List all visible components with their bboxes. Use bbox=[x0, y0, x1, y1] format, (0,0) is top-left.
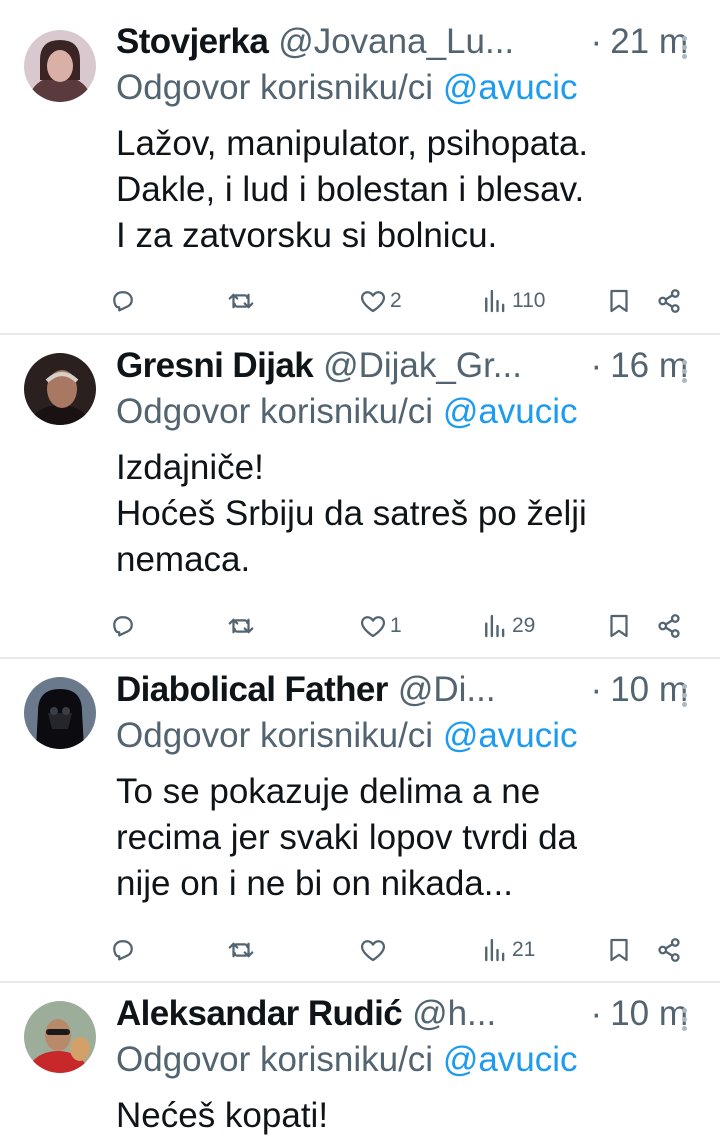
views-count: 110 bbox=[512, 289, 546, 312]
text-line: Lažov, manipulator, psihopata. bbox=[116, 124, 589, 163]
views-button[interactable]: 29 bbox=[480, 606, 535, 646]
display-name[interactable]: Aleksandar Rudić bbox=[116, 992, 403, 1036]
bookmark-button[interactable] bbox=[604, 930, 634, 970]
reply-prefix: Odgovor korisniku/ci bbox=[116, 392, 434, 431]
text-line: nije on i ne bi on nikada... bbox=[116, 864, 513, 903]
like-icon bbox=[360, 616, 386, 638]
mention-link[interactable]: @avucic bbox=[443, 392, 578, 431]
like-button[interactable]: 2 bbox=[358, 281, 402, 321]
reply-icon bbox=[113, 291, 133, 312]
action-bar: 21 bbox=[108, 930, 688, 970]
tweet-text: Lažov, manipulator, psihopata. Dakle, i … bbox=[116, 121, 696, 259]
user-handle[interactable]: @Jovana_Lu... bbox=[278, 20, 582, 64]
reply-context: Odgovor korisniku/ci @avucic bbox=[116, 714, 578, 758]
share-button[interactable] bbox=[654, 930, 684, 970]
reply-icon bbox=[113, 616, 133, 637]
retweet-button[interactable] bbox=[226, 930, 256, 970]
share-button[interactable] bbox=[654, 281, 684, 321]
retweet-icon bbox=[228, 293, 254, 309]
display-name[interactable]: Stovjerka bbox=[116, 20, 269, 64]
reply-context: Odgovor korisniku/ci @avucic bbox=[116, 390, 578, 434]
like-button[interactable] bbox=[358, 930, 390, 970]
share-icon bbox=[658, 289, 680, 313]
timestamp[interactable]: 10 m bbox=[610, 992, 688, 1036]
tweet-text: Nećeš kopati! bbox=[116, 1093, 696, 1137]
text-line: Nećeš kopati! bbox=[116, 1096, 329, 1135]
text-line: Dakle, i lud i bolestan i blesav. bbox=[116, 170, 585, 209]
views-icon bbox=[485, 614, 505, 638]
tweet-2[interactable]: Gresni Dijak @Dijak_Gr... · 16 m Odgovor… bbox=[0, 335, 720, 658]
retweet-icon bbox=[228, 618, 254, 634]
avatar[interactable] bbox=[24, 30, 96, 102]
views-icon bbox=[485, 289, 505, 313]
more-icon[interactable] bbox=[682, 356, 690, 387]
user-handle[interactable]: @Dijak_Gr... bbox=[323, 344, 582, 388]
views-icon bbox=[485, 938, 505, 962]
like-count: 2 bbox=[390, 289, 402, 312]
tweet-1[interactable]: Stovjerka @Jovana_Lu... · 21 m Odgovor k… bbox=[0, 0, 720, 334]
avatar[interactable] bbox=[24, 353, 96, 425]
share-icon bbox=[658, 614, 680, 638]
retweet-icon bbox=[228, 942, 254, 958]
like-count: 1 bbox=[390, 614, 402, 637]
mention-link[interactable]: @avucic bbox=[443, 68, 578, 107]
reply-button[interactable] bbox=[108, 281, 138, 321]
action-bar: 1 29 bbox=[108, 606, 688, 646]
user-handle[interactable]: @h... bbox=[412, 992, 582, 1036]
reply-prefix: Odgovor korisniku/ci bbox=[116, 68, 434, 107]
bookmark-button[interactable] bbox=[604, 606, 634, 646]
views-button[interactable]: 21 bbox=[480, 930, 535, 970]
display-name[interactable]: Diabolical Father bbox=[116, 668, 388, 712]
reply-context: Odgovor korisniku/ci @avucic bbox=[116, 66, 578, 110]
tweet-text: Izdajniče! Hoćeš Srbiju da satreš po žel… bbox=[116, 445, 696, 583]
views-button[interactable]: 110 bbox=[480, 281, 545, 321]
reply-button[interactable] bbox=[108, 930, 138, 970]
text-line: I za zatvorsku si bolnicu. bbox=[116, 216, 498, 255]
bookmark-icon bbox=[610, 289, 628, 313]
separator-dot: · bbox=[590, 22, 603, 61]
tweet-3[interactable]: Diabolical Father @Di... · 10 m Odgovor … bbox=[0, 659, 720, 982]
text-line: nemaca. bbox=[116, 540, 251, 579]
reply-prefix: Odgovor korisniku/ci bbox=[116, 716, 434, 755]
timestamp[interactable]: 10 m bbox=[610, 668, 688, 712]
retweet-button[interactable] bbox=[226, 606, 256, 646]
mention-link[interactable]: @avucic bbox=[443, 1040, 578, 1079]
text-line: To se pokazuje delima a ne bbox=[116, 772, 541, 811]
separator-dot: · bbox=[590, 346, 603, 385]
like-icon bbox=[360, 940, 386, 962]
share-icon bbox=[658, 938, 680, 962]
user-handle[interactable]: @Di... bbox=[398, 668, 583, 712]
text-line: Hoćeš Srbiju da satreš po želji bbox=[116, 494, 587, 533]
separator-dot: · bbox=[590, 994, 603, 1033]
retweet-button[interactable] bbox=[226, 281, 256, 321]
tweet-text: To se pokazuje delima a ne recima jer sv… bbox=[116, 769, 696, 907]
like-icon bbox=[360, 291, 386, 313]
bookmark-icon bbox=[610, 938, 628, 962]
text-line: Izdajniče! bbox=[116, 448, 264, 487]
timestamp[interactable]: 16 m bbox=[610, 344, 688, 388]
bookmark-button[interactable] bbox=[604, 281, 634, 321]
more-icon[interactable] bbox=[682, 1004, 690, 1035]
more-icon[interactable] bbox=[682, 680, 690, 711]
views-count: 29 bbox=[512, 614, 536, 637]
reply-prefix: Odgovor korisniku/ci bbox=[116, 1040, 434, 1079]
avatar[interactable] bbox=[24, 1001, 96, 1073]
mention-link[interactable]: @avucic bbox=[443, 716, 578, 755]
more-icon[interactable] bbox=[682, 32, 690, 63]
bookmark-icon bbox=[610, 614, 628, 638]
separator-dot: · bbox=[590, 670, 603, 709]
share-button[interactable] bbox=[654, 606, 684, 646]
display-name[interactable]: Gresni Dijak bbox=[116, 344, 314, 388]
like-button[interactable]: 1 bbox=[358, 606, 402, 646]
reply-icon bbox=[113, 940, 133, 961]
reply-button[interactable] bbox=[108, 606, 138, 646]
avatar[interactable] bbox=[24, 677, 96, 749]
tweet-4[interactable]: Aleksandar Rudić @h... · 10 m Odgovor ko… bbox=[0, 983, 720, 1137]
reply-context: Odgovor korisniku/ci @avucic bbox=[116, 1038, 578, 1082]
action-bar: 2 110 bbox=[108, 281, 688, 321]
timestamp[interactable]: 21 m bbox=[610, 20, 688, 64]
views-count: 21 bbox=[512, 938, 536, 961]
text-line: recima jer svaki lopov tvrdi da bbox=[116, 818, 577, 857]
